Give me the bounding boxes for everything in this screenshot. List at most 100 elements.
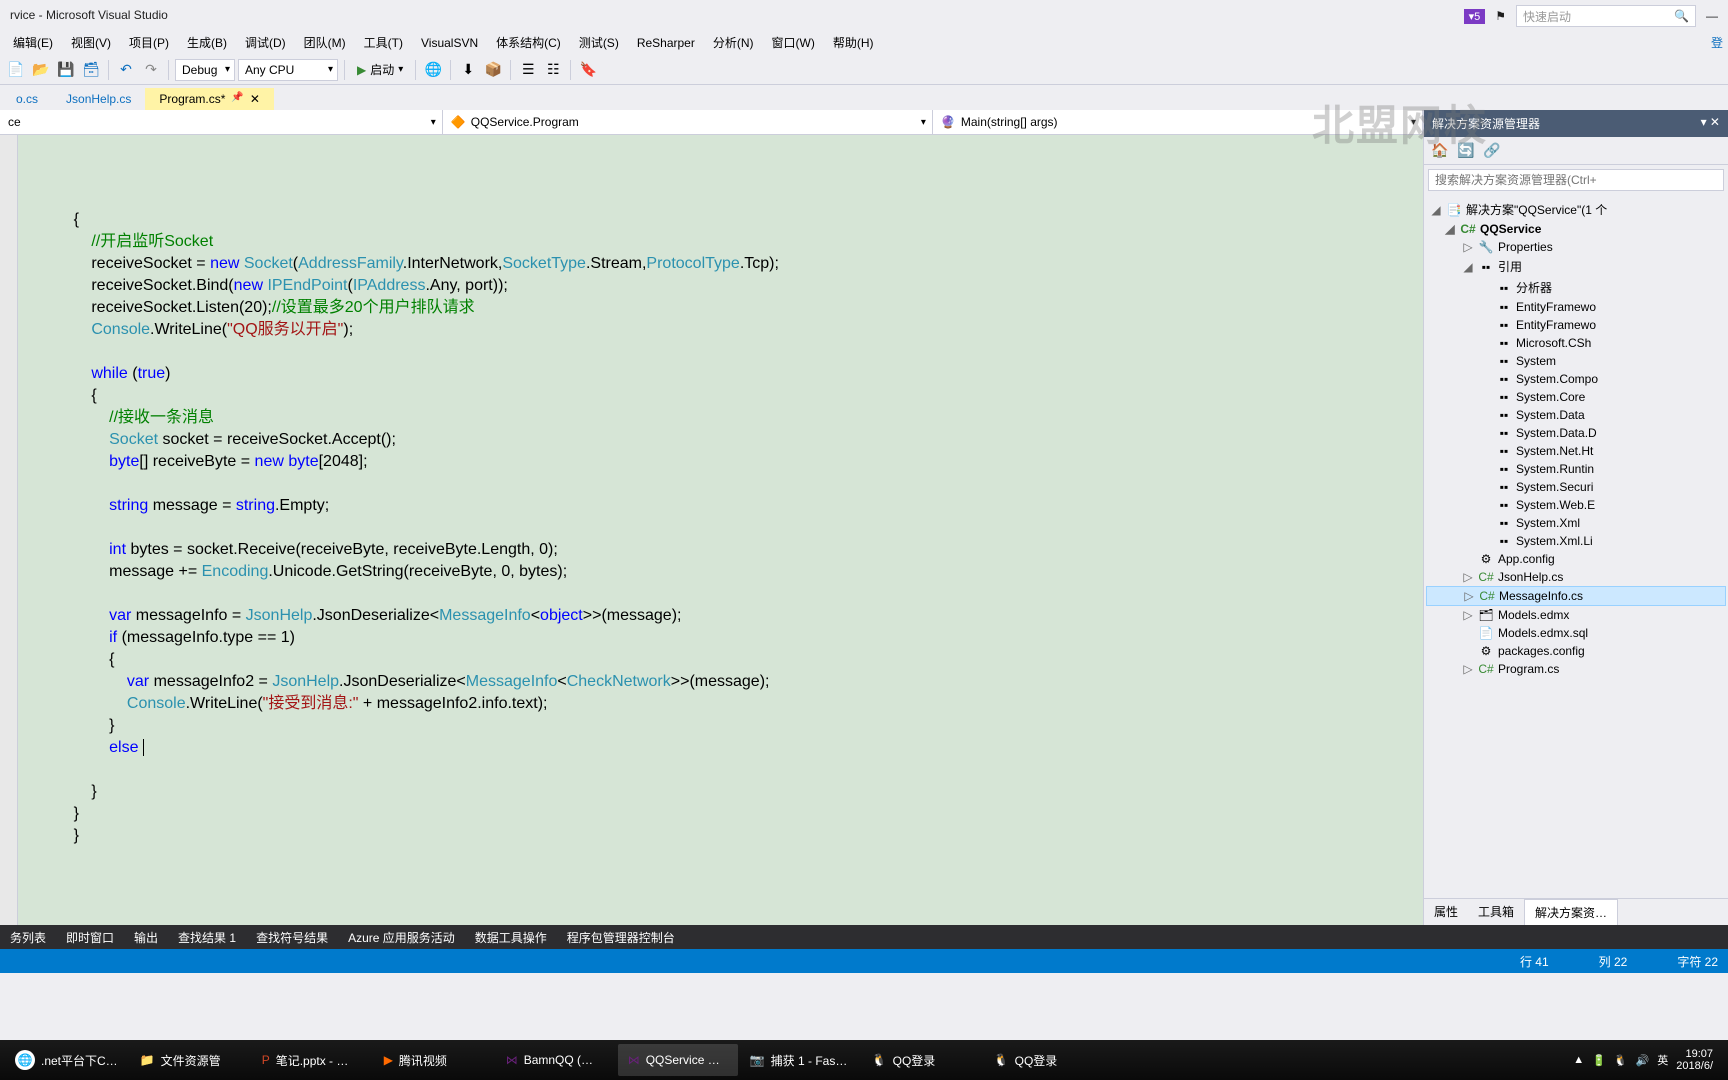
sync-icon[interactable]: 🔗 bbox=[1481, 140, 1503, 162]
bt-find1[interactable]: 查找结果 1 bbox=[168, 926, 246, 949]
feedback-icon[interactable]: ⚑ bbox=[1495, 9, 1506, 23]
new-button[interactable]: 📄 bbox=[5, 59, 27, 81]
tree-file-item[interactable]: ⚙App.config bbox=[1426, 550, 1726, 568]
tree-ref-item[interactable]: ▪▪System.Securi bbox=[1426, 478, 1726, 496]
task-chrome[interactable]: 🌐.net平台下C… bbox=[5, 1044, 128, 1076]
tree-file-item[interactable]: 📄Models.edmx.sql bbox=[1426, 624, 1726, 642]
comment-button[interactable]: ☰ bbox=[517, 59, 539, 81]
menu-window[interactable]: 窗口(W) bbox=[764, 31, 823, 54]
login-link[interactable]: 登 bbox=[1711, 34, 1723, 51]
solution-search[interactable] bbox=[1428, 169, 1724, 191]
step-button[interactable]: ⬇ bbox=[457, 59, 479, 81]
save-all-button[interactable]: 🗃 bbox=[80, 59, 102, 81]
menu-team[interactable]: 团队(M) bbox=[296, 31, 354, 54]
menu-build[interactable]: 生成(B) bbox=[179, 31, 235, 54]
menu-analyze[interactable]: 分析(N) bbox=[705, 31, 762, 54]
bt-output[interactable]: 输出 bbox=[124, 926, 168, 949]
tree-file-item[interactable]: ▷🗂Models.edmx bbox=[1426, 606, 1726, 624]
tab-o-cs[interactable]: o.cs bbox=[2, 88, 52, 110]
extension-button[interactable]: 📦 bbox=[482, 59, 504, 81]
undo-button[interactable]: ↶ bbox=[115, 59, 137, 81]
menu-visualsvn[interactable]: VisualSVN bbox=[413, 33, 486, 53]
open-button[interactable]: 📂 bbox=[30, 59, 52, 81]
menu-help[interactable]: 帮助(H) bbox=[825, 31, 882, 54]
tree-file-item[interactable]: ▷C#JsonHelp.cs bbox=[1426, 568, 1726, 586]
solution-tree[interactable]: ◢📑解决方案"QQService"(1 个 ◢C#QQService ▷🔧Pro… bbox=[1424, 195, 1728, 898]
notification-badge[interactable]: ▾5 bbox=[1464, 9, 1486, 24]
code-editor[interactable]: { //开启监听Socket receiveSocket = new Socke… bbox=[0, 135, 1423, 925]
tree-ref-item[interactable]: ▪▪System.Runtin bbox=[1426, 460, 1726, 478]
tree-file-item[interactable]: ⚙packages.config bbox=[1426, 642, 1726, 660]
bt-azure[interactable]: Azure 应用服务活动 bbox=[338, 926, 465, 949]
tree-ref-item[interactable]: ▪▪分析器 bbox=[1426, 277, 1726, 298]
minimize-icon[interactable]: — bbox=[1706, 9, 1718, 23]
tray-qq-icon[interactable]: 🐧 bbox=[1614, 1054, 1628, 1067]
menu-tools[interactable]: 工具(T) bbox=[356, 31, 411, 54]
browse-button[interactable]: 🌐 bbox=[422, 59, 444, 81]
bookmark-button[interactable]: 🔖 bbox=[577, 59, 599, 81]
menu-debug[interactable]: 调试(D) bbox=[237, 31, 294, 54]
bt-datatool[interactable]: 数据工具操作 bbox=[465, 926, 557, 949]
tree-ref-item[interactable]: ▪▪System.Data.D bbox=[1426, 424, 1726, 442]
tree-project[interactable]: ◢C#QQService bbox=[1426, 220, 1726, 238]
tray-volume-icon[interactable]: 🔊 bbox=[1636, 1054, 1650, 1067]
tray-battery-icon[interactable]: 🔋 bbox=[1592, 1054, 1606, 1067]
tray-ime[interactable]: 英 bbox=[1657, 1052, 1668, 1068]
bt-immediate[interactable]: 即时窗口 bbox=[56, 926, 124, 949]
pin-icon[interactable]: 📌 bbox=[231, 92, 243, 106]
tree-ref-item[interactable]: ▪▪System.Web.E bbox=[1426, 496, 1726, 514]
tree-properties[interactable]: ▷🔧Properties bbox=[1426, 238, 1726, 256]
menu-edit[interactable]: 编辑(E) bbox=[5, 31, 61, 54]
close-icon[interactable]: ✕ bbox=[250, 92, 260, 106]
tray-up-icon[interactable]: ▲ bbox=[1573, 1054, 1584, 1066]
side-tab-toolbox[interactable]: 工具箱 bbox=[1468, 899, 1524, 925]
nav-type[interactable]: 🔶QQService.Program bbox=[443, 110, 933, 134]
tree-ref-item[interactable]: ▪▪System.Core bbox=[1426, 388, 1726, 406]
tree-ref-item[interactable]: ▪▪Microsoft.CSh bbox=[1426, 334, 1726, 352]
tree-file-item[interactable]: ▷C#MessageInfo.cs bbox=[1426, 586, 1726, 606]
config-dropdown[interactable]: Debug bbox=[175, 59, 235, 81]
task-vs[interactable]: ⋈QQService … bbox=[618, 1044, 738, 1076]
tree-ref-item[interactable]: ▪▪System.Xml bbox=[1426, 514, 1726, 532]
tree-ref-item[interactable]: ▪▪System bbox=[1426, 352, 1726, 370]
tab-program[interactable]: Program.cs*📌✕ bbox=[145, 88, 274, 110]
redo-button[interactable]: ↷ bbox=[140, 59, 162, 81]
side-tab-solution[interactable]: 解决方案资… bbox=[1524, 899, 1618, 925]
bt-package[interactable]: 程序包管理器控制台 bbox=[557, 926, 685, 949]
tree-file-item[interactable]: ▷C#Program.cs bbox=[1426, 660, 1726, 678]
tab-jsonhelp[interactable]: JsonHelp.cs bbox=[52, 88, 145, 110]
tree-solution-root[interactable]: ◢📑解决方案"QQService"(1 个 bbox=[1426, 199, 1726, 220]
system-tray[interactable]: ▲ 🔋 🐧 🔊 英 19:072018/6/ bbox=[1563, 1048, 1723, 1072]
task-explorer[interactable]: 📁文件资源管 bbox=[130, 1044, 250, 1076]
quick-launch-input[interactable]: 快速启动 🔍 bbox=[1516, 5, 1696, 27]
task-bamnqq[interactable]: ⋈BamnQQ (… bbox=[496, 1044, 616, 1076]
uncomment-button[interactable]: ☷ bbox=[542, 59, 564, 81]
home-icon[interactable]: 🏠 bbox=[1429, 140, 1451, 162]
tree-ref-item[interactable]: ▪▪EntityFramewo bbox=[1426, 316, 1726, 334]
refresh-icon[interactable]: 🔄 bbox=[1455, 140, 1477, 162]
tree-references[interactable]: ◢▪▪引用 bbox=[1426, 256, 1726, 277]
tree-ref-item[interactable]: ▪▪System.Net.Ht bbox=[1426, 442, 1726, 460]
platform-dropdown[interactable]: Any CPU bbox=[238, 59, 338, 81]
tree-ref-item[interactable]: ▪▪System.Data bbox=[1426, 406, 1726, 424]
task-ppt[interactable]: P笔记.pptx - … bbox=[252, 1044, 372, 1076]
nav-project[interactable]: ce bbox=[0, 110, 443, 134]
tree-ref-item[interactable]: ▪▪System.Xml.Li bbox=[1426, 532, 1726, 550]
task-faststone[interactable]: 📷捕获 1 - Fas… bbox=[740, 1044, 860, 1076]
menu-project[interactable]: 项目(P) bbox=[121, 31, 177, 54]
tree-ref-item[interactable]: ▪▪System.Compo bbox=[1426, 370, 1726, 388]
start-debug-button[interactable]: ▶启动▾ bbox=[351, 61, 409, 78]
menu-architecture[interactable]: 体系结构(C) bbox=[488, 31, 569, 54]
nav-member[interactable]: 🔮Main(string[] args) bbox=[933, 110, 1423, 134]
task-qq2[interactable]: 🐧QQ登录 bbox=[984, 1044, 1104, 1076]
task-qq1[interactable]: 🐧QQ登录 bbox=[862, 1044, 982, 1076]
bt-findsym[interactable]: 查找符号结果 bbox=[246, 926, 338, 949]
task-tencent[interactable]: ▶腾讯视频 bbox=[374, 1044, 494, 1076]
side-tab-properties[interactable]: 属性 bbox=[1424, 899, 1468, 925]
bt-tasklist[interactable]: 务列表 bbox=[0, 926, 56, 949]
tree-ref-item[interactable]: ▪▪EntityFramewo bbox=[1426, 298, 1726, 316]
menu-resharper[interactable]: ReSharper bbox=[629, 33, 703, 53]
menu-test[interactable]: 测试(S) bbox=[571, 31, 627, 54]
menu-view[interactable]: 视图(V) bbox=[63, 31, 119, 54]
save-button[interactable]: 💾 bbox=[55, 59, 77, 81]
